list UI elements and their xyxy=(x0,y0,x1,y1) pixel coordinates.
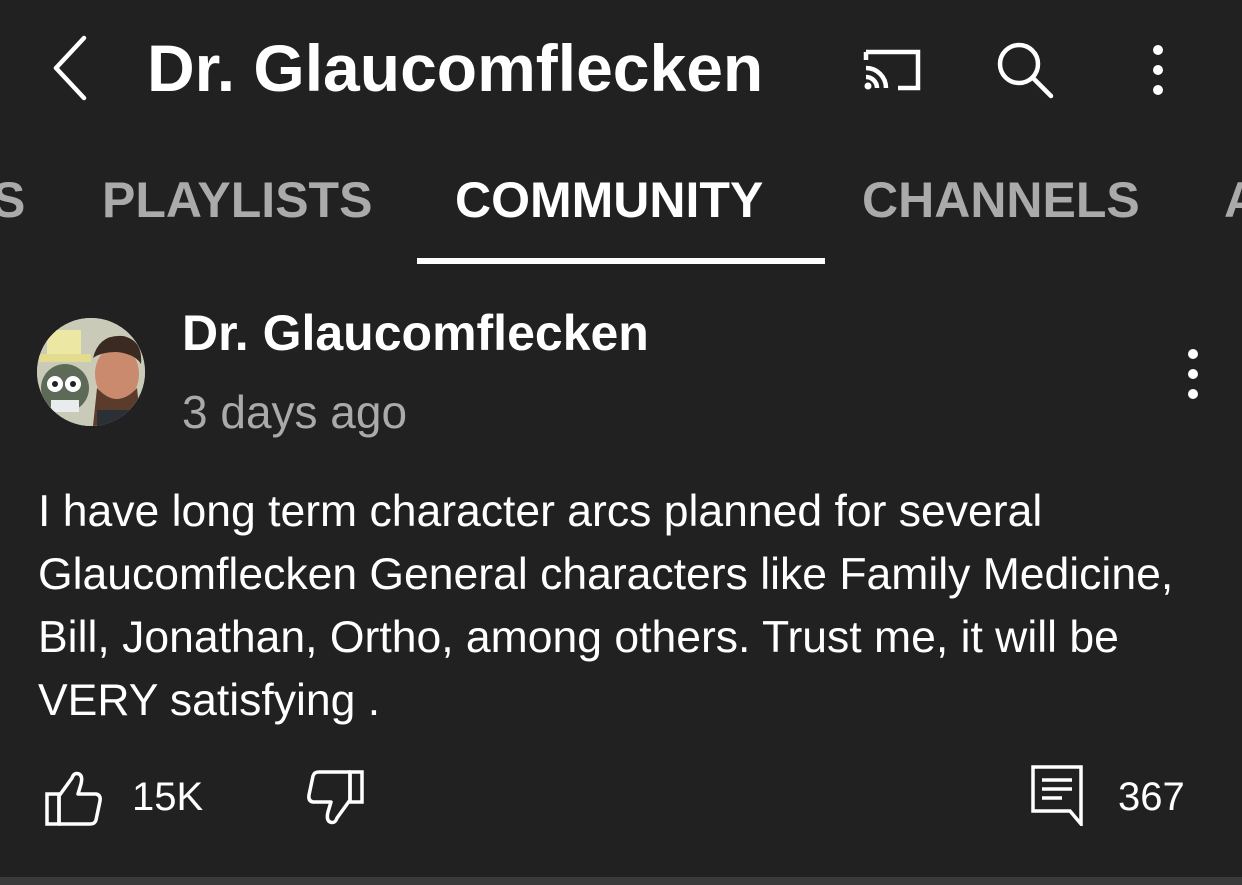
search-icon xyxy=(997,42,1054,99)
cast-icon xyxy=(863,49,921,91)
back-icon xyxy=(53,35,87,101)
like-button[interactable] xyxy=(44,768,104,828)
like-count: 15K xyxy=(132,775,204,819)
comment-count: 367 xyxy=(1118,775,1185,819)
cast-button[interactable] xyxy=(860,38,924,102)
tab-community[interactable]: COMMUNITY xyxy=(455,170,763,230)
post-text: I have long term character arcs planned … xyxy=(38,487,1174,725)
comment-icon xyxy=(1031,765,1083,829)
tab-channels[interactable]: CHANNELS xyxy=(862,170,1140,230)
channel-title: Dr. Glaucomflecken xyxy=(147,31,764,105)
community-page: Dr. Glaucomflecken S PLAYLISTS COMMUNITY… xyxy=(0,0,1242,885)
back-button[interactable] xyxy=(40,30,100,106)
active-tab-indicator xyxy=(417,258,825,264)
comments-button[interactable] xyxy=(1030,764,1084,829)
tab-partial-left[interactable]: S xyxy=(0,170,25,230)
channel-tabs: S PLAYLISTS COMMUNITY CHANNELS A xyxy=(0,150,1242,265)
thumbs-up-icon xyxy=(45,771,102,826)
tab-partial-right[interactable]: A xyxy=(1224,170,1242,230)
tab-playlists[interactable]: PLAYLISTS xyxy=(102,170,372,230)
avatar[interactable] xyxy=(37,318,145,426)
top-app-bar: Dr. Glaucomflecken xyxy=(0,0,1242,140)
more-vert-icon xyxy=(1153,45,1163,95)
thumbs-down-icon xyxy=(307,770,364,825)
post-options-button[interactable] xyxy=(1168,344,1218,404)
search-button[interactable] xyxy=(993,38,1057,102)
divider xyxy=(0,877,1242,885)
more-options-button[interactable] xyxy=(1126,38,1190,102)
post-timestamp[interactable]: 3 days ago xyxy=(182,382,407,442)
post-author[interactable]: Dr. Glaucomflecken xyxy=(182,303,649,363)
more-vert-icon xyxy=(1188,349,1198,399)
dislike-button[interactable] xyxy=(305,768,365,828)
